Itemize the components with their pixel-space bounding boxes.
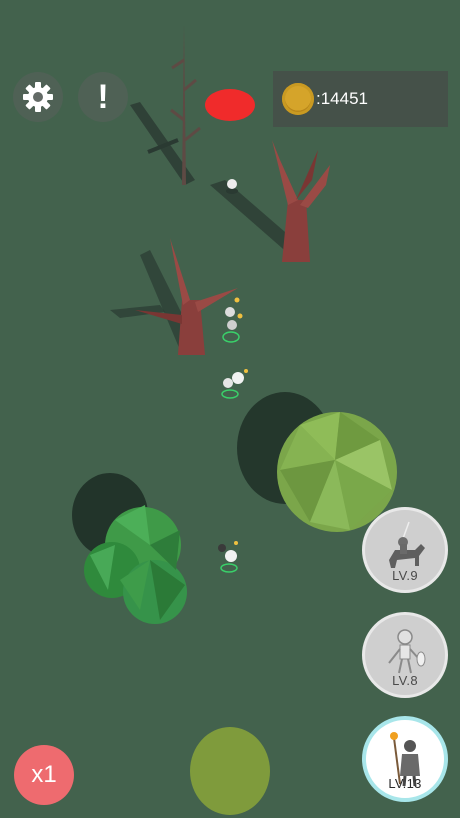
bush-dark-green — [72, 473, 187, 624]
unit-card-cavalry[interactable]: LV.9 — [362, 507, 448, 593]
info-button[interactable]: ! — [78, 72, 128, 122]
coin-panel: :14451 — [273, 71, 448, 127]
unit-group-torches — [222, 297, 243, 343]
unit-level-label: LV.13 — [388, 776, 422, 791]
unit-card-wizard[interactable]: LV.13 — [362, 716, 448, 802]
gear-icon — [23, 82, 53, 112]
coin-count: :14451 — [316, 89, 368, 108]
unit-wizard-field — [218, 541, 238, 573]
settings-button[interactable] — [13, 72, 63, 122]
dead-tree-middle — [110, 238, 238, 355]
unit-soldier — [226, 179, 238, 194]
unit-level-label: LV.8 — [392, 673, 418, 688]
record-indicator[interactable] — [205, 89, 255, 121]
unit-group-middle — [221, 369, 248, 399]
coin-icon — [282, 83, 314, 115]
info-label: ! — [97, 78, 109, 116]
dead-tree-thin — [130, 25, 201, 185]
dead-tree-right — [210, 140, 330, 262]
speed-button[interactable]: x1 — [14, 745, 74, 805]
unit-level-label: LV.9 — [392, 568, 418, 583]
joystick[interactable] — [190, 727, 270, 815]
unit-card-skeleton[interactable]: LV.8 — [362, 612, 448, 698]
